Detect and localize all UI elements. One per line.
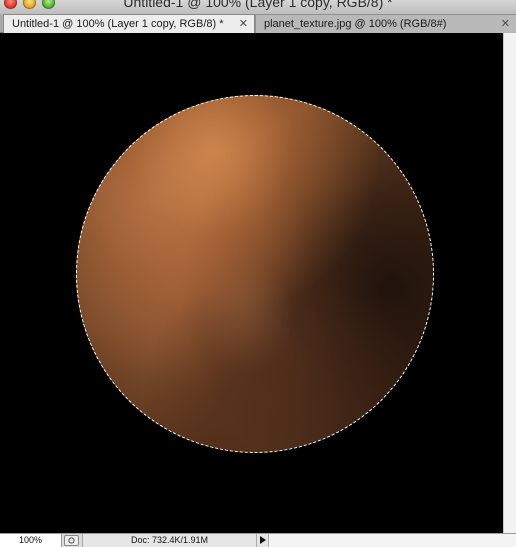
tab-label: Untitled-1 @ 100% (Layer 1 copy, RGB/8) …	[12, 18, 224, 30]
document-size-info: Doc: 732.4K/1.91M	[82, 534, 256, 547]
horizontal-scrollbar[interactable]	[268, 534, 516, 547]
document-canvas[interactable]	[0, 33, 503, 533]
elliptical-selection-marquee	[76, 95, 434, 453]
status-bar: 100% Doc: 732.4K/1.91M	[0, 533, 516, 547]
tab-planet-texture[interactable]: planet_texture.jpg @ 100% (RGB/8#) ✕	[255, 14, 516, 33]
document-tab-strip: Untitled-1 @ 100% (Layer 1 copy, RGB/8) …	[0, 14, 516, 33]
tab-close-icon[interactable]: ✕	[239, 15, 248, 33]
zoom-level-field[interactable]: 100%	[0, 534, 62, 547]
window-titlebar: Untitled-1 @ 100% (Layer 1 copy, RGB/8) …	[0, 0, 516, 14]
window-title: Untitled-1 @ 100% (Layer 1 copy, RGB/8) …	[123, 0, 393, 10]
vertical-scrollbar[interactable]	[503, 33, 516, 533]
status-menu-arrow-icon[interactable]	[256, 534, 268, 547]
tab-untitled-1[interactable]: Untitled-1 @ 100% (Layer 1 copy, RGB/8) …	[3, 14, 255, 33]
refresh-icon	[68, 537, 75, 544]
tab-label: planet_texture.jpg @ 100% (RGB/8#)	[264, 18, 447, 30]
tab-close-icon[interactable]: ✕	[501, 15, 510, 33]
status-info-icon[interactable]	[64, 535, 79, 546]
